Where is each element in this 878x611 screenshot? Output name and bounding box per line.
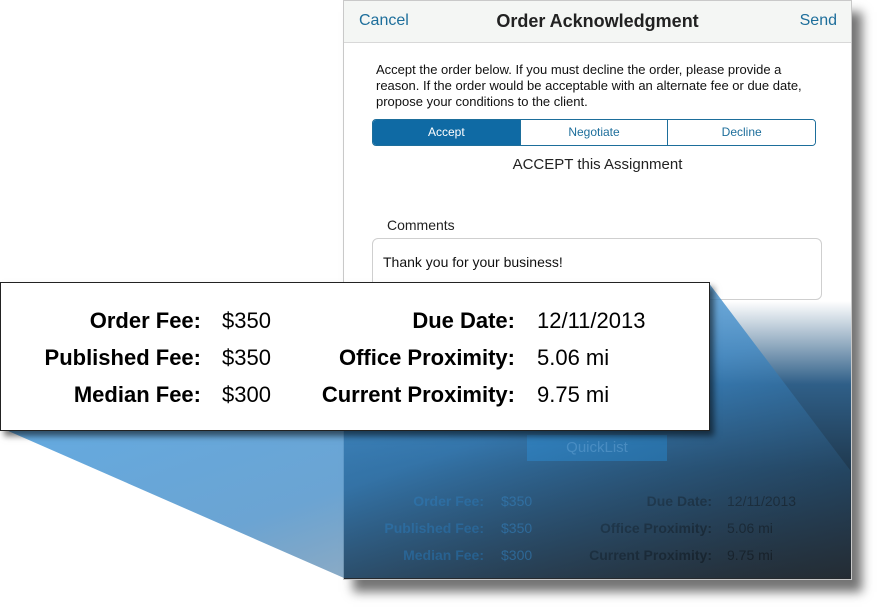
quicklist-button[interactable]: QuickList <box>527 435 667 461</box>
due-date-label: Due Date: <box>646 493 712 509</box>
segment-decline[interactable]: Decline <box>667 120 815 145</box>
instructions-text: Accept the order below. If you must decl… <box>376 62 802 109</box>
response-segmented-control: Accept Negotiate Decline <box>372 119 816 146</box>
callout-current-proximity-value: 9.75 mi <box>537 382 610 407</box>
callout-due-date-label: Due Date: <box>412 308 515 333</box>
send-button[interactable]: Send <box>800 12 837 30</box>
segment-accept[interactable]: Accept <box>373 120 520 145</box>
office-proximity-value: 5.06 mi <box>727 520 773 536</box>
callout-office-proximity-label: Office Proximity: <box>338 345 515 370</box>
segment-negotiate[interactable]: Negotiate <box>519 120 668 145</box>
fee-row: Median Fee: $300 Current Proximity: 9.75… <box>344 547 851 567</box>
callout-row: Median Fee: $300 Current Proximity: 9.75… <box>1 382 709 410</box>
callout-current-proximity-label: Current Proximity: <box>321 382 515 407</box>
comments-value: Thank you for your business! <box>383 254 563 270</box>
fee-summary: Order Fee: $350 Due Date: 12/11/2013 Pub… <box>344 489 851 569</box>
due-date-value: 12/11/2013 <box>727 493 797 509</box>
status-text: ACCEPT this Assignment <box>512 156 683 173</box>
office-proximity-label: Office Proximity: <box>599 520 712 536</box>
page-title: Order Acknowledgment <box>496 11 699 31</box>
callout-row: Published Fee: $350 Office Proximity: 5.… <box>1 345 709 373</box>
fee-row: Order Fee: $350 Due Date: 12/11/2013 <box>344 493 851 513</box>
current-proximity-value: 9.75 mi <box>727 547 773 563</box>
fee-callout: Order Fee: $350 Due Date: 12/11/2013 Pub… <box>0 282 710 431</box>
callout-due-date-value: 12/11/2013 <box>537 308 646 333</box>
fee-row: Published Fee: $350 Office Proximity: 5.… <box>344 520 851 540</box>
current-proximity-label: Current Proximity: <box>589 547 712 563</box>
callout-office-proximity-value: 5.06 mi <box>537 345 610 370</box>
navigation-bar: Cancel Order Acknowledgment Send <box>344 1 851 43</box>
callout-row: Order Fee: $350 Due Date: 12/11/2013 <box>1 308 709 336</box>
comments-label: Comments <box>387 217 455 233</box>
